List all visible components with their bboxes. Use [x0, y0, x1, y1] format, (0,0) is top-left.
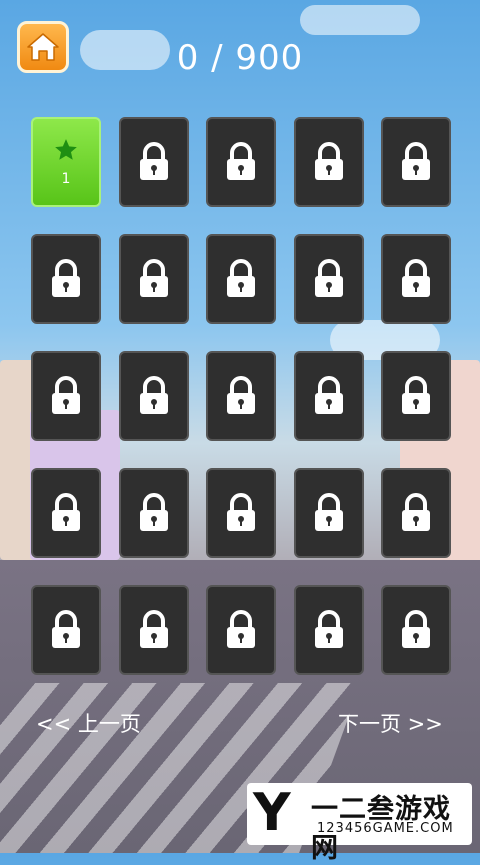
level-tile-locked[interactable] — [293, 585, 364, 675]
lock-icon — [227, 142, 255, 180]
level-tile-locked[interactable] — [31, 234, 101, 324]
lock-icon — [52, 493, 80, 531]
lock-icon — [52, 376, 80, 414]
lock-icon — [139, 376, 168, 414]
lock-icon — [227, 610, 255, 648]
level-tile-locked[interactable] — [206, 585, 276, 675]
level-tile-locked[interactable] — [206, 351, 276, 441]
lock-icon — [139, 259, 168, 297]
level-tile-locked[interactable] — [381, 351, 451, 441]
star-icon — [55, 139, 77, 160]
level-tile-locked[interactable] — [206, 117, 276, 207]
level-tile-locked[interactable] — [206, 234, 276, 324]
lock-icon — [314, 259, 343, 297]
level-grid: 1 — [31, 117, 451, 677]
score-counter: 0 / 900 — [176, 38, 304, 78]
watermark-y-glyph: Y — [253, 783, 291, 843]
level-tile-locked[interactable] — [381, 585, 451, 675]
lock-icon — [52, 610, 80, 648]
lock-icon — [314, 376, 343, 414]
lock-icon — [402, 376, 430, 414]
lock-icon — [227, 493, 255, 531]
level-number: 1 — [61, 171, 71, 187]
lock-icon — [227, 259, 255, 297]
lock-icon — [314, 493, 343, 531]
level-tile-locked[interactable] — [293, 117, 364, 207]
level-tile-locked[interactable] — [206, 468, 276, 558]
level-tile-locked[interactable] — [118, 468, 189, 558]
lock-icon — [139, 610, 168, 648]
watermark-url: 123456GAME.COM — [317, 821, 454, 836]
level-tile-locked[interactable] — [118, 351, 189, 441]
level-tile-locked[interactable] — [118, 117, 189, 207]
level-tile-locked[interactable] — [31, 468, 101, 558]
watermark-logo: Y 一二叁游戏网 123456GAME.COM — [247, 783, 472, 864]
level-tile-locked[interactable] — [293, 351, 364, 441]
lock-icon — [52, 259, 80, 297]
level-tile-locked[interactable] — [381, 117, 451, 207]
prev-page-button[interactable]: << 上一页 — [36, 708, 141, 738]
lock-icon — [314, 610, 343, 648]
lock-icon — [227, 376, 255, 414]
level-tile-locked[interactable] — [293, 468, 364, 558]
lock-icon — [402, 610, 430, 648]
lock-icon — [314, 142, 343, 180]
level-tile-locked[interactable] — [31, 351, 101, 441]
lock-icon — [139, 142, 168, 180]
level-tile-locked[interactable] — [118, 585, 189, 675]
level-tile-locked[interactable] — [31, 585, 101, 675]
level-tile-locked[interactable] — [381, 234, 451, 324]
next-page-button[interactable]: 下一页 >> — [338, 708, 443, 738]
level-tile-locked[interactable] — [118, 234, 189, 324]
lock-icon — [402, 493, 430, 531]
level-tile-locked[interactable] — [293, 234, 364, 324]
lock-icon — [139, 493, 168, 531]
level-tile-open[interactable]: 1 — [31, 117, 101, 207]
lock-icon — [402, 259, 430, 297]
lock-icon — [402, 142, 430, 180]
level-tile-locked[interactable] — [381, 468, 451, 558]
